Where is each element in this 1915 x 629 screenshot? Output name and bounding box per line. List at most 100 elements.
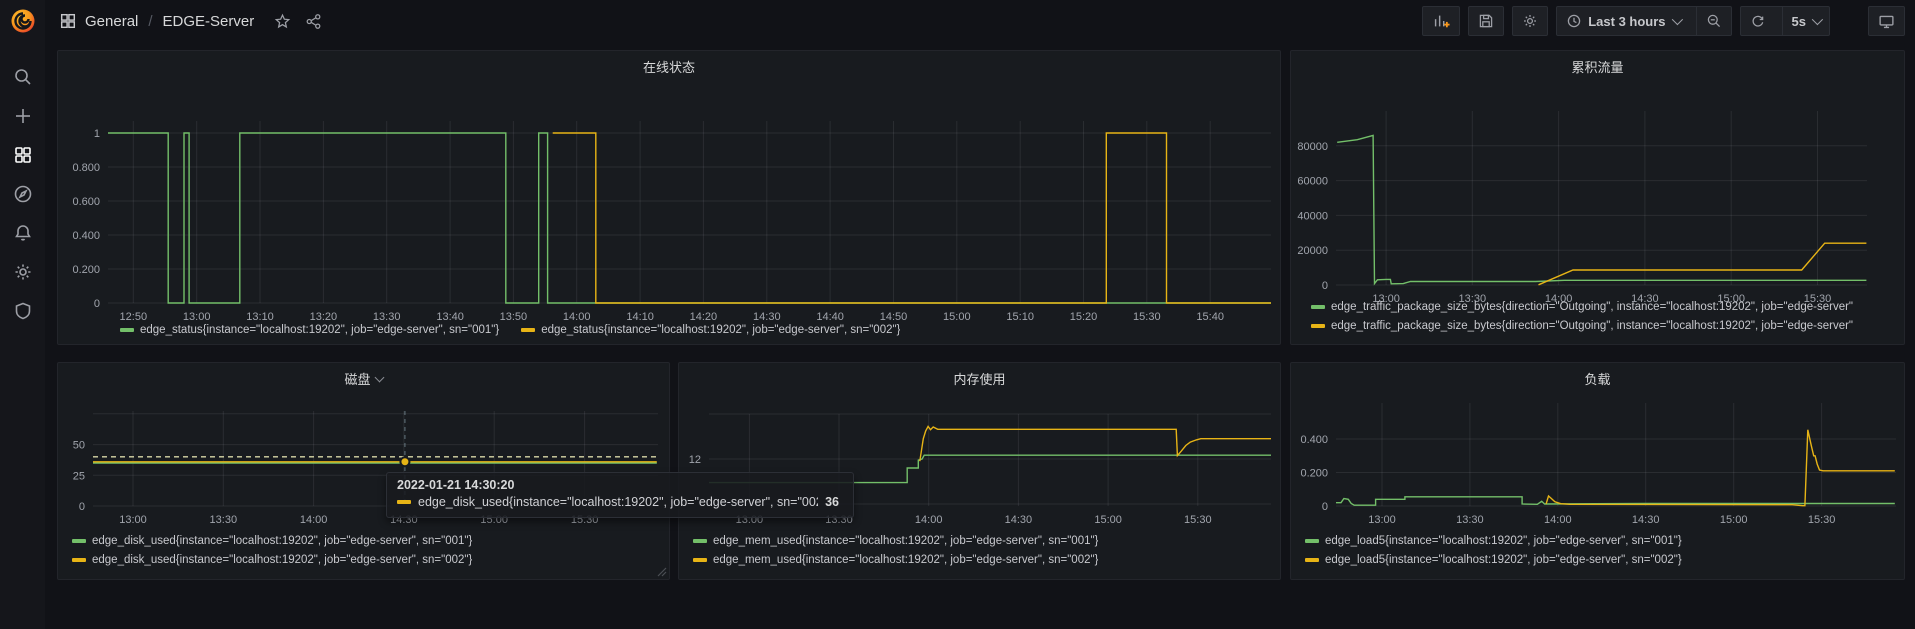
legend-item[interactable]: edge_status{instance="localhost:19202", … xyxy=(120,324,499,336)
legend-series-swatch xyxy=(693,539,707,543)
legend-item[interactable]: edge_traffic_package_size_bytes{directio… xyxy=(1311,301,1853,313)
legend-series-label: edge_traffic_package_size_bytes{directio… xyxy=(1331,320,1853,332)
refresh-button[interactable] xyxy=(1741,7,1775,35)
star-icon[interactable] xyxy=(274,13,291,30)
top-navbar: General / EDGE-Server Last 3 hours xyxy=(45,0,1915,42)
y-tick-label: 0.200 xyxy=(1300,468,1328,480)
panel-title-text: 磁盘 xyxy=(344,369,370,388)
series-line xyxy=(1546,430,1895,506)
grafana-flame-icon xyxy=(9,7,37,35)
y-tick-label: 1 xyxy=(94,128,100,140)
refresh-interval-button[interactable]: 5s xyxy=(1782,7,1829,35)
x-tick-label: 15:10 xyxy=(1006,311,1034,323)
zoom-out-button[interactable] xyxy=(1696,7,1731,35)
refresh-group: 5s xyxy=(1740,6,1830,36)
legend-series-swatch xyxy=(72,539,86,543)
y-tick-label: 50 xyxy=(73,440,85,452)
x-tick-label: 12:50 xyxy=(120,311,148,323)
chart-canvas: 12:5013:0013:1013:2013:3013:4013:5014:00… xyxy=(58,51,1280,344)
y-tick-label: 20000 xyxy=(1297,245,1328,257)
chart-online-status[interactable]: 12:5013:0013:1013:2013:3013:4013:5014:00… xyxy=(58,51,1280,344)
panel-title-text: 内存使用 xyxy=(953,369,1005,388)
legend-item[interactable]: edge_disk_used{instance="localhost:19202… xyxy=(72,535,472,547)
x-tick-label: 15:30 xyxy=(1133,311,1161,323)
x-tick-label: 13:50 xyxy=(500,311,528,323)
legend-series-label: edge_status{instance="localhost:19202", … xyxy=(541,324,900,336)
y-tick-label: 25 xyxy=(73,470,85,482)
plus-icon[interactable] xyxy=(12,105,34,127)
apps-grid-icon xyxy=(59,12,77,30)
legend-item[interactable]: edge_load5{instance="localhost:19202", j… xyxy=(1305,554,1682,566)
x-tick-label: 14:40 xyxy=(816,311,844,323)
legend-item[interactable]: edge_load5{instance="localhost:19202", j… xyxy=(1305,535,1682,547)
x-tick-label: 13:40 xyxy=(436,311,464,323)
shield-icon[interactable] xyxy=(12,300,34,322)
breadcrumb: General / EDGE-Server xyxy=(59,12,322,30)
legend-series-label: edge_mem_used{instance="localhost:19202"… xyxy=(713,554,1098,566)
series-line xyxy=(920,426,1271,461)
tooltip-value: 36 xyxy=(825,495,843,509)
gear-icon[interactable] xyxy=(12,261,34,283)
panel-resize-handle[interactable] xyxy=(657,567,667,577)
x-tick-label: 14:30 xyxy=(1632,514,1660,526)
x-tick-label: 14:30 xyxy=(1005,514,1033,526)
x-tick-label: 14:00 xyxy=(300,514,328,526)
y-tick-label: 0.400 xyxy=(72,230,100,242)
time-range-button[interactable]: Last 3 hours xyxy=(1557,7,1688,35)
legend-item[interactable]: edge_disk_used{instance="localhost:19202… xyxy=(72,554,472,566)
search-icon[interactable] xyxy=(12,66,34,88)
panel-title-text: 负载 xyxy=(1584,369,1610,388)
legend-series-label: edge_disk_used{instance="localhost:19202… xyxy=(92,554,472,566)
panel-title[interactable]: 在线状态 xyxy=(58,57,1280,76)
x-tick-label: 14:00 xyxy=(563,311,591,323)
legend-item[interactable]: edge_traffic_package_size_bytes{directio… xyxy=(1311,320,1853,332)
legend-item[interactable]: edge_status{instance="localhost:19202", … xyxy=(521,324,900,336)
y-tick-label: 0 xyxy=(79,501,85,513)
save-dashboard-button[interactable] xyxy=(1468,6,1504,36)
x-tick-label: 14:10 xyxy=(626,311,654,323)
panel-title[interactable]: 负载 xyxy=(1291,369,1904,388)
monitor-icon xyxy=(1878,13,1895,30)
panel-add-icon xyxy=(1432,12,1450,30)
legend-item[interactable]: edge_mem_used{instance="localhost:19202"… xyxy=(693,554,1098,566)
y-tick-label: 0.400 xyxy=(1300,434,1328,446)
legend-series-label: edge_load5{instance="localhost:19202", j… xyxy=(1325,535,1682,547)
legend-series-swatch xyxy=(120,328,134,332)
refresh-icon xyxy=(1750,13,1766,29)
breadcrumb-section[interactable]: General xyxy=(85,13,138,30)
y-tick-label: 12 xyxy=(689,454,701,466)
legend-item[interactable]: edge_mem_used{instance="localhost:19202"… xyxy=(693,535,1098,547)
panel-title[interactable]: 磁盘 xyxy=(58,369,669,388)
grafana-logo[interactable] xyxy=(0,0,45,42)
legend-series-label: edge_status{instance="localhost:19202", … xyxy=(140,324,499,336)
y-tick-label: 0.200 xyxy=(72,264,100,276)
cycle-view-button[interactable] xyxy=(1868,6,1905,36)
legend-series-label: edge_load5{instance="localhost:19202", j… xyxy=(1325,554,1682,566)
chevron-down-icon xyxy=(1671,14,1682,25)
grafana-dashboard: General / EDGE-Server Last 3 hours xyxy=(0,0,1915,629)
time-range-group: Last 3 hours xyxy=(1556,6,1731,36)
legend-series-swatch xyxy=(1311,305,1325,309)
panel-title[interactable]: 累积流量 xyxy=(1291,57,1904,76)
y-tick-label: 0.600 xyxy=(72,196,100,208)
dashboard-settings-button[interactable] xyxy=(1512,6,1548,36)
panel-disk: 磁盘 13:0013:3014:0014:3015:0015:3002550 e… xyxy=(57,362,670,580)
panel-title[interactable]: 内存使用 xyxy=(679,369,1280,388)
bell-icon[interactable] xyxy=(12,222,34,244)
hover-point xyxy=(400,457,409,466)
breadcrumb-page[interactable]: EDGE-Server xyxy=(163,13,255,30)
x-tick-label: 13:00 xyxy=(119,514,147,526)
settings-gear-icon xyxy=(1522,13,1538,29)
x-tick-label: 14:00 xyxy=(1544,514,1572,526)
dashboards-grid-icon[interactable] xyxy=(12,144,34,166)
save-icon xyxy=(1478,13,1494,29)
x-tick-label: 15:40 xyxy=(1196,311,1224,323)
share-icon[interactable] xyxy=(305,13,322,30)
add-panel-button[interactable] xyxy=(1422,6,1460,36)
zoom-out-icon xyxy=(1706,13,1722,29)
y-tick-label: 60000 xyxy=(1297,176,1328,188)
x-tick-label: 14:20 xyxy=(690,311,718,323)
compass-icon[interactable] xyxy=(12,183,34,205)
panel-load: 负载 13:0013:3014:0014:3015:0015:3000.2000… xyxy=(1290,362,1905,580)
x-tick-label: 13:00 xyxy=(183,311,211,323)
